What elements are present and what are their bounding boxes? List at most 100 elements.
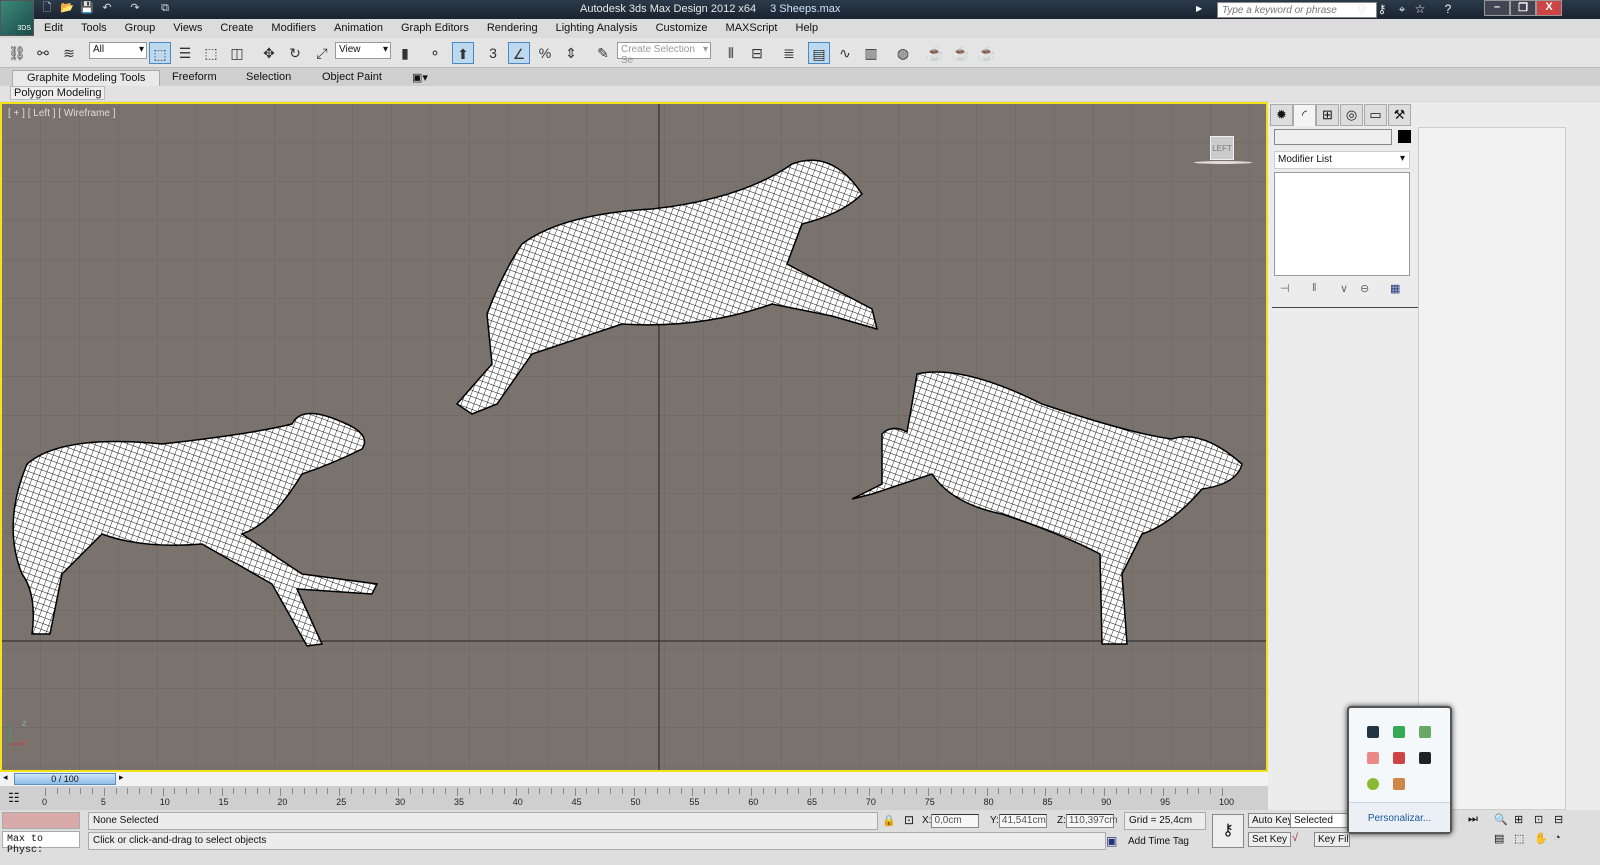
go-to-end-icon[interactable]: ⏭ (1468, 813, 1478, 826)
display-tab-icon[interactable]: ▭ (1364, 104, 1387, 126)
modifier-list-dropdown[interactable]: Modifier List (1274, 151, 1410, 169)
rendered-frame-window-icon[interactable]: ☕ (950, 42, 972, 64)
schematic-view-icon[interactable]: ▥ (860, 42, 882, 64)
curve-editor-icon[interactable]: ∿ (834, 42, 856, 64)
create-tab-icon[interactable]: ✹ (1270, 104, 1293, 126)
tab-graphite-modeling-tools[interactable]: Graphite Modeling Tools (12, 70, 161, 86)
unlink-icon[interactable]: ⚯ (32, 42, 54, 64)
select-object-icon[interactable]: ⬚ (149, 42, 171, 64)
tab-selection[interactable]: Selection (232, 70, 305, 86)
customize-tray-link[interactable]: Personalizar... (1349, 802, 1450, 832)
star-icon[interactable]: ☆ (1412, 2, 1428, 17)
default-tangent-icon[interactable]: √ (1292, 832, 1298, 844)
menu-edit[interactable]: Edit (34, 19, 71, 38)
motion-tab-icon[interactable]: ◎ (1340, 104, 1363, 126)
reference-coord-dropdown[interactable]: View (335, 42, 391, 59)
key-filters-button[interactable]: Key Filters... (1314, 832, 1350, 847)
menu-maxscript[interactable]: MAXScript (716, 19, 786, 38)
zoom-icon[interactable]: 🔍 (1494, 813, 1508, 826)
z-coordinate-field[interactable]: 110,397cm (1065, 814, 1118, 828)
menu-lighting-analysis[interactable]: Lighting Analysis (546, 19, 646, 38)
mirror-icon[interactable]: ⫴ (720, 42, 742, 64)
usb-safe-remove-icon[interactable] (1419, 726, 1431, 738)
close-button[interactable]: X (1536, 0, 1562, 16)
restore-button[interactable]: ❐ (1510, 0, 1536, 16)
menu-views[interactable]: Views (163, 19, 210, 38)
spotify-icon[interactable] (1367, 778, 1379, 790)
satellite-icon[interactable]: ⌖ (1394, 2, 1410, 17)
network-icon[interactable] (1367, 726, 1379, 738)
undo-icon[interactable]: ↶ (100, 2, 114, 15)
add-time-tag[interactable]: Add Time Tag (1128, 836, 1189, 847)
percent-snap-icon[interactable]: % (534, 42, 556, 64)
pan-icon[interactable]: ✋ (1534, 832, 1548, 845)
menu-modifiers[interactable]: Modifiers (261, 19, 324, 38)
material-editor-icon[interactable]: ◍ (892, 42, 914, 64)
hierarchy-tab-icon[interactable]: ⊞ (1316, 104, 1339, 126)
modify-tab-icon[interactable]: ◜ (1293, 104, 1316, 126)
link-icon[interactable]: ⛓ (6, 42, 28, 64)
open-icon[interactable]: 📂 (60, 2, 74, 15)
track-bar[interactable]: ☷ 0 5 10 15 20 25 30 35 40 45 50 55 60 65 70 75 80 85 90 95… (0, 786, 1268, 810)
move-icon[interactable]: ✥ (258, 42, 280, 64)
menu-graph-editors[interactable]: Graph Editors (391, 19, 477, 38)
help-icon[interactable]: ? (1440, 2, 1456, 17)
named-selection-set-dropdown[interactable]: Create Selection Se (617, 42, 711, 66)
menu-customize[interactable]: Customize (646, 19, 716, 38)
viewport-left[interactable]: [ + ] [ Left ] [ Wireframe ] LEFT z y (0, 102, 1268, 772)
ribbon-options-icon[interactable]: ▣▾ (398, 70, 442, 86)
absolute-mode-icon[interactable]: ⊡ (904, 813, 914, 827)
menu-tools[interactable]: Tools (71, 19, 115, 38)
next-frame-icon[interactable]: ▸ (119, 772, 124, 783)
rectangular-selection-icon[interactable]: ⬚ (200, 42, 222, 64)
tab-object-paint[interactable]: Object Paint (308, 70, 396, 86)
tab-freeform[interactable]: Freeform (158, 70, 231, 86)
set-key-button[interactable]: Set Key (1248, 832, 1292, 847)
new-icon[interactable]: 🗋 (40, 2, 54, 15)
spinner-snap-icon[interactable]: ⇕ (560, 42, 582, 64)
nvidia-icon[interactable] (1393, 726, 1405, 738)
key-icon[interactable]: ⚷ (1374, 2, 1390, 17)
maxscript-listener-color[interactable] (2, 812, 80, 829)
render-production-icon[interactable]: ☕ (976, 42, 998, 64)
menu-group[interactable]: Group (115, 19, 164, 38)
pin-stack-icon[interactable]: ⊣ (1280, 282, 1290, 295)
viewcube[interactable]: LEFT (1210, 136, 1234, 160)
menu-help[interactable]: Help (786, 19, 827, 38)
minimize-button[interactable]: – (1484, 0, 1510, 16)
render-setup-icon[interactable]: ☕ (924, 42, 946, 64)
search-input[interactable]: Type a keyword or phrase (1217, 2, 1377, 18)
object-color-swatch[interactable] (1398, 130, 1411, 143)
layer-manager-icon[interactable]: ≣ (778, 42, 800, 64)
menu-animation[interactable]: Animation (324, 19, 391, 38)
remove-modifier-icon[interactable]: ⊖ (1360, 282, 1369, 295)
zoom-region-icon[interactable]: ⬚ (1514, 832, 1524, 845)
time-tag-icon[interactable]: ▣ (1106, 834, 1117, 848)
manipulate-icon[interactable]: ⚬ (424, 42, 446, 64)
show-end-result-icon[interactable]: ‖ (1312, 282, 1317, 294)
graphite-toggle-icon[interactable]: ▤ (808, 42, 830, 64)
x-coordinate-field[interactable]: 0,0cm (931, 814, 980, 828)
panel-polygon-modeling[interactable]: Polygon Modeling (10, 86, 106, 100)
app-icon[interactable] (1393, 752, 1405, 764)
y-coordinate-field[interactable]: 41,541cm (998, 814, 1047, 828)
utilities-tab-icon[interactable]: ⚒ (1388, 104, 1411, 126)
window-crossing-icon[interactable]: ◫ (226, 42, 248, 64)
zoom-extents-icon[interactable]: ⊡ (1534, 813, 1543, 826)
select-by-name-icon[interactable]: ☰ (174, 42, 196, 64)
align-icon[interactable]: ⊟ (746, 42, 768, 64)
colorful-app-icon[interactable] (1393, 778, 1405, 790)
rotate-icon[interactable]: ↻ (284, 42, 306, 64)
set-keys-key-icon[interactable]: ⚷ (1212, 814, 1244, 848)
orbit-icon[interactable]: ◔ (1554, 832, 1561, 844)
field-of-view-icon[interactable]: ▤ (1494, 832, 1504, 845)
prev-frame-icon[interactable]: ◂ (3, 772, 8, 783)
curve-editor-mini-icon[interactable]: ☷ (8, 790, 20, 806)
time-slider-thumb[interactable]: 0 / 100 (14, 773, 116, 785)
configure-modifier-sets-icon[interactable]: ▦ (1390, 282, 1400, 295)
bind-space-warp-icon[interactable]: ≋ (58, 42, 80, 64)
pivot-center-icon[interactable]: ▮ (394, 42, 416, 64)
binoculars-icon[interactable]: ⚲ (1354, 2, 1370, 17)
maxscript-mini-listener[interactable]: Max to Physc: (2, 831, 80, 856)
selection-filter-dropdown[interactable]: All (89, 42, 147, 59)
